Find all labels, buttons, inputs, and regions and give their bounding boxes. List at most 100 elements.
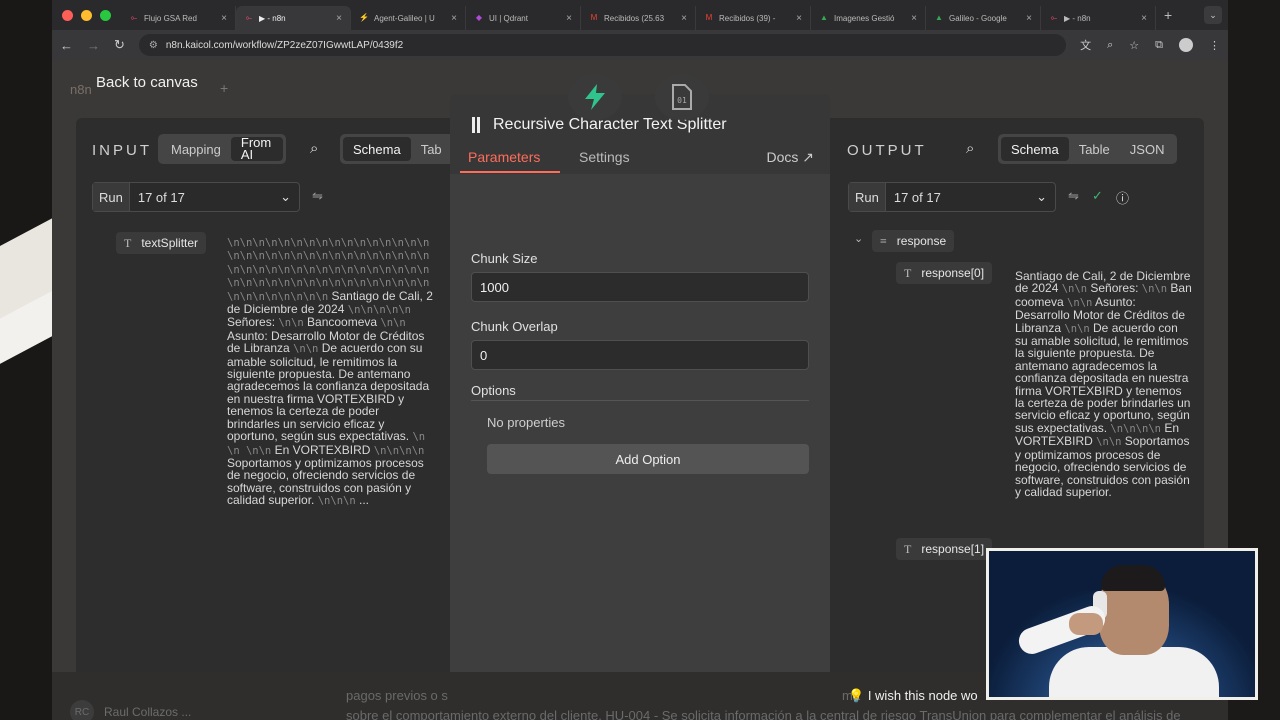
- schema-key-label: response[1]: [921, 542, 985, 556]
- newline-escapes: \n\n\n\n\n: [347, 304, 411, 317]
- new-tab-button[interactable]: +: [1156, 7, 1180, 23]
- background-line: pagos previos o s: [346, 688, 448, 703]
- close-tab-icon[interactable]: ×: [1141, 13, 1147, 24]
- value-segment: De acuerdo con su amable solicitud, le r…: [1015, 320, 1191, 435]
- search-icon[interactable]: ⌕: [310, 140, 318, 157]
- browser-tab[interactable]: M Recibidos (39) - ×: [696, 6, 811, 30]
- table-tab[interactable]: Tab: [411, 137, 452, 161]
- close-tab-icon[interactable]: ×: [1026, 13, 1032, 24]
- schema-tab[interactable]: Schema: [1001, 137, 1069, 161]
- run-selector[interactable]: Run 17 of 17 ⌄: [848, 182, 1056, 212]
- close-tab-icon[interactable]: ×: [566, 13, 572, 24]
- value-segment: De acuerdo con su amable solicitud, le r…: [227, 341, 430, 444]
- current-node-icon[interactable]: 01: [655, 74, 709, 120]
- minimize-window-button[interactable]: [81, 9, 92, 21]
- newline-escapes: \n\n: [1064, 322, 1090, 335]
- tab-search-icon[interactable]: ⌄: [1204, 6, 1222, 24]
- schema-key-label: textSplitter: [141, 236, 199, 250]
- link-runs-icon[interactable]: ⇋: [312, 188, 323, 204]
- text-type-icon: T: [124, 235, 132, 250]
- back-arrow-icon[interactable]: ←: [60, 38, 73, 53]
- node-settings-modal: Recursive Character Text Splitter Parame…: [450, 94, 830, 690]
- browser-tab[interactable]: ⚡ Agent-Galileo | U ×: [351, 6, 466, 30]
- mapping-tab[interactable]: Mapping: [161, 137, 231, 161]
- table-tab[interactable]: Table: [1069, 137, 1120, 161]
- user-name: Raul Collazos ...: [104, 705, 192, 719]
- link-runs-icon[interactable]: ⇋: [1068, 188, 1079, 204]
- browser-tab[interactable]: ▲ Imagenes Gestió ×: [811, 6, 926, 30]
- browser-tab[interactable]: ⟜ Flujo GSA Red ×: [121, 6, 236, 30]
- zoom-icon[interactable]: ⌕: [1107, 39, 1113, 52]
- browser-tab[interactable]: ⟜ ▶ - n8n ×: [1041, 6, 1156, 30]
- close-tab-icon[interactable]: ×: [451, 13, 457, 24]
- profile-avatar[interactable]: [1179, 38, 1193, 52]
- docs-link[interactable]: Docs ↗: [766, 149, 814, 166]
- external-link-icon: ↗: [802, 149, 814, 165]
- tab-title: Galileo - Google: [949, 13, 1007, 23]
- value-text: Santiago de Cali, 2 de Diciembre de 2024…: [1015, 269, 1192, 499]
- run-label: Run: [849, 183, 886, 211]
- tab-settings[interactable]: Settings: [579, 149, 630, 165]
- close-tab-icon[interactable]: ×: [681, 13, 687, 24]
- translate-icon[interactable]: 文: [1080, 37, 1091, 53]
- bookmark-star-icon[interactable]: ☆: [1129, 39, 1139, 52]
- site-info-icon[interactable]: ⚙: [149, 40, 158, 51]
- add-option-button[interactable]: Add Option: [487, 444, 809, 474]
- newline-escapes: \n\n: [1096, 436, 1122, 449]
- json-tab[interactable]: JSON: [1120, 137, 1175, 161]
- run-selector[interactable]: Run 17 of 17 ⌄: [92, 182, 300, 212]
- subtitle-caption: 💡 I wish this node wo: [848, 688, 978, 704]
- gmail-icon: M: [705, 13, 713, 22]
- search-icon[interactable]: ⌕: [966, 140, 974, 157]
- drag-handle-icon[interactable]: [472, 117, 480, 133]
- schema-value: \n\n\n\n\n\n\n\n\n\n\n\n\n\n\n\n\n\n\n\n…: [227, 236, 435, 508]
- value-text: Santiago de Cali, 2 de Diciembre de 2024…: [227, 289, 433, 507]
- node-title[interactable]: Recursive Character Text Splitter: [493, 116, 727, 134]
- schema-key[interactable]: ≡ response: [872, 230, 955, 252]
- add-icon[interactable]: +: [220, 80, 228, 96]
- browser-tab[interactable]: ▲ Galileo - Google ×: [926, 6, 1041, 30]
- tab-title: UI | Qdrant: [489, 13, 528, 23]
- browser-tab[interactable]: M Recibidos (25.63 ×: [581, 6, 696, 30]
- newline-escapes: \n\n: [293, 343, 319, 356]
- n8n-icon: ⟜: [130, 13, 138, 22]
- chunk-size-label: Chunk Size: [471, 251, 538, 266]
- browser-tab[interactable]: ◆ UI | Qdrant ×: [466, 6, 581, 30]
- previous-node-icon[interactable]: [568, 74, 622, 120]
- background-line: sobre el comportamiento externo del clie…: [346, 708, 1181, 720]
- chevron-down-icon[interactable]: ⌄: [854, 232, 863, 245]
- schema-key[interactable]: T response[0]: [896, 262, 993, 284]
- chunk-overlap-input[interactable]: 0: [471, 340, 809, 370]
- webcam-overlay: [986, 548, 1258, 700]
- user-menu[interactable]: RC Raul Collazos ...: [70, 700, 191, 720]
- from-ai-tab[interactable]: From AI: [230, 136, 283, 161]
- browser-menu-icon[interactable]: ⋮: [1209, 39, 1220, 52]
- back-to-canvas-button[interactable]: Back to canvas: [96, 74, 198, 91]
- info-icon[interactable]: ⓘ: [1116, 188, 1129, 207]
- schema-key[interactable]: T textSplitter: [116, 232, 207, 254]
- close-tab-icon[interactable]: ×: [221, 13, 227, 24]
- output-panel-title: OUTPUT: [847, 142, 927, 159]
- binary-file-icon: 01: [672, 84, 692, 110]
- reload-icon[interactable]: ↻: [114, 37, 125, 53]
- tab-parameters[interactable]: Parameters: [468, 149, 540, 165]
- avatar: RC: [70, 700, 94, 720]
- value-segment: Bancoomeva: [307, 315, 378, 330]
- presenter-hand: [1069, 613, 1103, 635]
- chunk-size-input[interactable]: 1000: [471, 272, 809, 302]
- url-field[interactable]: ⚙ n8n.kaicol.com/workflow/ZP2zeZ07IGwwtL…: [138, 34, 1067, 56]
- forward-arrow-icon[interactable]: →: [87, 38, 100, 53]
- browser-tab[interactable]: ⟜ ▶ - n8n ×: [236, 6, 351, 30]
- maximize-window-button[interactable]: [100, 9, 111, 21]
- newline-escapes: \n\n: [380, 317, 406, 330]
- close-window-button[interactable]: [62, 9, 73, 21]
- newline-escapes: \n\n\n\n: [1110, 422, 1161, 435]
- caption-text: I wish this node wo: [867, 688, 978, 703]
- schema-tab[interactable]: Schema: [343, 137, 411, 161]
- schema-key[interactable]: T response[1]: [896, 538, 993, 560]
- close-tab-icon[interactable]: ×: [911, 13, 917, 24]
- newline-escapes: \n\n\n\n: [373, 444, 425, 457]
- close-tab-icon[interactable]: ×: [336, 13, 342, 24]
- extensions-icon[interactable]: ⧉: [1155, 39, 1163, 52]
- close-tab-icon[interactable]: ×: [796, 13, 802, 24]
